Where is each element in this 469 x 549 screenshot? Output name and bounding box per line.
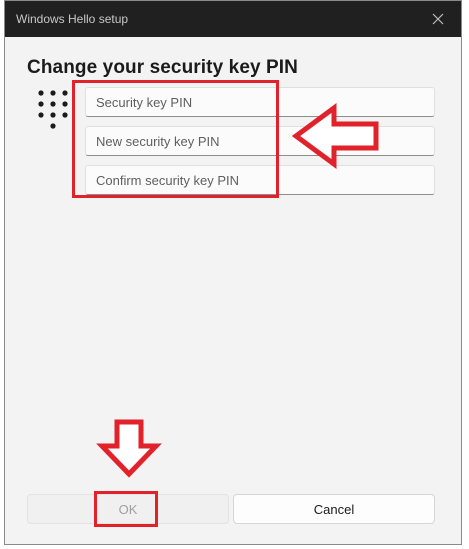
- close-icon: [432, 13, 444, 25]
- red-arrow-left-icon: [291, 103, 379, 169]
- ok-button-highlight-box: [94, 491, 158, 527]
- title-bar: Windows Hello setup: [5, 1, 461, 37]
- window-title: Windows Hello setup: [16, 12, 129, 26]
- dialog-footer: OK Cancel: [5, 472, 461, 544]
- cancel-button[interactable]: Cancel: [233, 494, 435, 524]
- keypad-icon: [38, 90, 68, 129]
- page-title: Change your security key PIN: [27, 57, 299, 78]
- fields-highlight-box: [72, 80, 279, 198]
- cancel-button-label: Cancel: [313, 501, 355, 517]
- close-button[interactable]: [429, 10, 447, 28]
- red-arrow-down-icon: [96, 419, 162, 478]
